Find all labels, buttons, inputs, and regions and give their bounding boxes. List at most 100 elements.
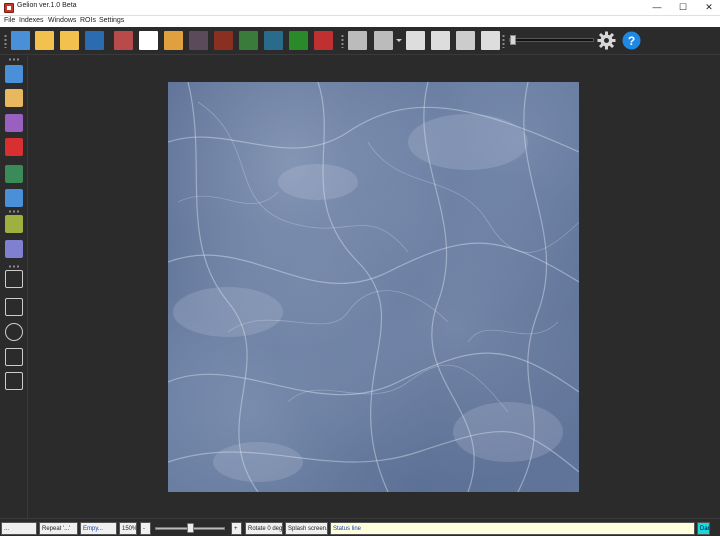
calculator-button[interactable] xyxy=(455,30,476,51)
window-title: Gelion ver.1.0 Beta xyxy=(17,2,77,9)
empty-status-field: Empy... xyxy=(80,522,117,535)
toolbar-grip[interactable] xyxy=(502,34,505,48)
toolbar-grip[interactable] xyxy=(4,34,7,48)
rainbow-prism-icon xyxy=(5,114,23,132)
glasses-icon xyxy=(5,165,23,183)
dots-image-button[interactable] xyxy=(213,30,234,51)
chevron-down-icon[interactable] xyxy=(396,39,402,42)
dots-image-icon xyxy=(214,31,233,50)
polygon-tool-icon xyxy=(5,372,23,390)
status-line: Status line xyxy=(330,522,695,535)
maple-leaf-dropdown-icon xyxy=(374,31,393,50)
dark-texture-icon xyxy=(189,31,208,50)
menu-settings[interactable]: Settings xyxy=(99,17,124,24)
rainbow-map-button[interactable] xyxy=(163,30,184,51)
spectrum-image-icon xyxy=(114,31,133,50)
svg-text:?: ? xyxy=(628,34,635,48)
leaf-image-button[interactable] xyxy=(288,30,309,51)
maple-leaf-dropdown-button[interactable] xyxy=(373,30,394,51)
bar-chart-button[interactable] xyxy=(430,30,451,51)
toolbar-slider-thumb[interactable] xyxy=(510,35,516,45)
windows-icon xyxy=(5,65,23,83)
theater-masks-button[interactable] xyxy=(3,136,25,158)
zoom-level: 150% xyxy=(119,522,137,535)
maple-leaf-icon xyxy=(348,31,367,50)
ellipse-tool-icon xyxy=(5,323,23,341)
rectangle-tool-button[interactable] xyxy=(3,296,25,318)
left-toolbar xyxy=(0,56,28,518)
app-logo-icon xyxy=(4,3,14,13)
pin-tool-button[interactable] xyxy=(3,268,25,290)
toolbar-grip[interactable] xyxy=(341,34,344,48)
open-image-button[interactable] xyxy=(10,30,31,51)
help-button[interactable]: ? xyxy=(621,30,642,51)
image-view[interactable] xyxy=(168,82,579,492)
zoom-in-button[interactable]: + xyxy=(231,522,242,535)
save-disk-button[interactable] xyxy=(84,30,105,51)
leaf-image-icon xyxy=(289,31,308,50)
histogram-button[interactable] xyxy=(405,30,426,51)
calculator-icon xyxy=(456,31,475,50)
palette-button[interactable] xyxy=(3,87,25,109)
blue-green-texture-button[interactable] xyxy=(263,30,284,51)
zoom-slider-thumb[interactable] xyxy=(187,523,194,533)
toolbar-grip[interactable] xyxy=(8,58,20,61)
green-texture-button[interactable] xyxy=(238,30,259,51)
smoke-texture xyxy=(168,82,579,492)
title-bar: Gelion ver.1.0 Beta — ☐ ✕ xyxy=(0,0,720,16)
splash-screen-button[interactable]: Splash screen... xyxy=(285,522,328,535)
dark-texture-button[interactable] xyxy=(188,30,209,51)
open-folder-icon xyxy=(35,31,54,50)
scroll-button[interactable] xyxy=(3,238,25,260)
zoom-out-button[interactable]: - xyxy=(140,522,151,535)
glasses-button[interactable] xyxy=(3,163,25,185)
red-pattern-button[interactable] xyxy=(313,30,334,51)
bar-chart-icon xyxy=(431,31,450,50)
settings-button[interactable] xyxy=(596,30,617,51)
menu-indexes[interactable]: Indexes xyxy=(19,17,44,24)
theater-masks-icon xyxy=(5,138,23,156)
windows-button[interactable] xyxy=(3,63,25,85)
app-window: Gelion ver.1.0 Beta — ☐ ✕ File Indexes W… xyxy=(0,0,720,536)
toolbar-slider-track[interactable] xyxy=(509,38,594,42)
menu-rois[interactable]: ROIs xyxy=(80,17,96,24)
polygon-tool-button[interactable] xyxy=(3,370,25,392)
menu-windows[interactable]: Windows xyxy=(48,17,76,24)
red-pattern-icon xyxy=(314,31,333,50)
status-cell-info: ... xyxy=(1,522,37,535)
scroll-icon xyxy=(5,240,23,258)
repeat-button[interactable]: Repeat '...' xyxy=(39,522,78,535)
rainbow-map-icon xyxy=(164,31,183,50)
ellipse-tool-button[interactable] xyxy=(3,321,25,343)
close-window-icon xyxy=(5,189,23,207)
open-image-icon xyxy=(11,31,30,50)
histogram-icon xyxy=(406,31,425,50)
close-window-button[interactable] xyxy=(3,187,25,209)
minimize-button[interactable]: — xyxy=(644,0,670,16)
scatter-plot-icon xyxy=(139,31,158,50)
open-folder-2-icon xyxy=(60,31,79,50)
rainbow-prism-button[interactable] xyxy=(3,112,25,134)
open-folder-button[interactable] xyxy=(34,30,55,51)
help-icon: ? xyxy=(622,31,641,50)
maximize-button[interactable]: ☐ xyxy=(670,0,696,16)
polyline-tool-icon xyxy=(5,348,23,366)
blue-green-texture-icon xyxy=(264,31,283,50)
close-button[interactable]: ✕ xyxy=(696,0,720,16)
rotate-button[interactable]: Rotate 0 deg. xyxy=(245,522,283,535)
polyline-tool-button[interactable] xyxy=(3,346,25,368)
open-folder-2-button[interactable] xyxy=(59,30,80,51)
green-texture-icon xyxy=(239,31,258,50)
spectrum-image-button[interactable] xyxy=(113,30,134,51)
molecule-icon xyxy=(481,31,500,50)
theme-toggle[interactable]: Dark xyxy=(697,522,710,535)
palette-icon xyxy=(5,89,23,107)
molecule-button[interactable] xyxy=(480,30,501,51)
clipboard-list-icon xyxy=(5,215,23,233)
clipboard-list-button[interactable] xyxy=(3,213,25,235)
save-disk-icon xyxy=(85,31,104,50)
scatter-plot-button[interactable] xyxy=(138,30,159,51)
menu-file[interactable]: File xyxy=(4,17,15,24)
pin-tool-icon xyxy=(5,270,23,288)
maple-leaf-button[interactable] xyxy=(347,30,368,51)
